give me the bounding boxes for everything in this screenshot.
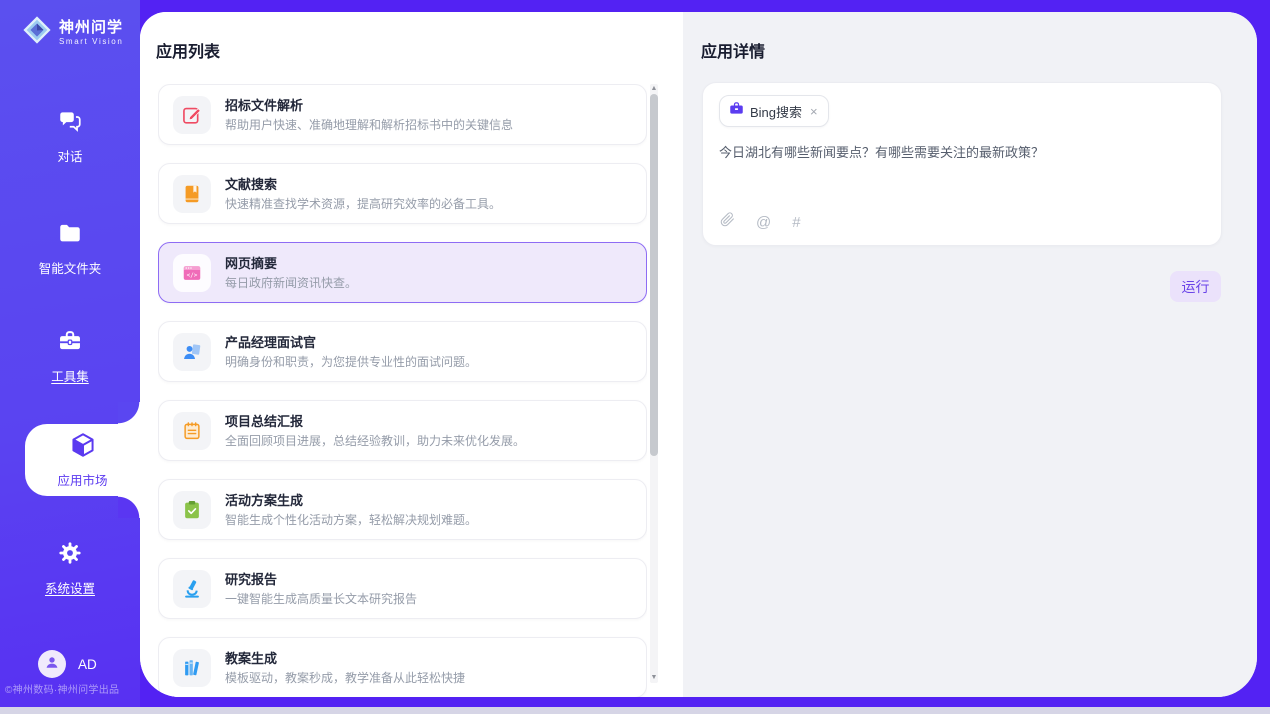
interviewer-icon <box>173 333 211 371</box>
user-name: AD <box>78 657 97 672</box>
cube-icon <box>69 431 97 464</box>
browser-code-icon: </> <box>173 254 211 292</box>
scrollbar[interactable]: ▲ ▼ <box>650 84 658 683</box>
scrollbar-thumb[interactable] <box>650 94 658 456</box>
tool-chip-bing[interactable]: Bing搜索 × <box>719 95 829 127</box>
app-card-title: 教案生成 <box>225 651 465 666</box>
app-card-title: 网页摘要 <box>225 256 357 271</box>
app-card[interactable]: 研究报告一键智能生成高质量长文本研究报告 <box>158 558 647 619</box>
app-card-desc: 模板驱动，教案秒成，教学准备从此轻松快捷 <box>225 671 465 685</box>
app-card-desc: 快速精准查找学术资源，提高研究效率的必备工具。 <box>225 197 501 211</box>
app-card-desc: 帮助用户快速、准确地理解和解析招标书中的关键信息 <box>225 118 513 132</box>
app-detail-title: 应用详情 <box>701 38 765 62</box>
chat-icon <box>57 108 83 139</box>
sidebar-item-label: 对话 <box>57 146 82 165</box>
app-detail-panel: 应用详情 Bing搜索 × 今日湖北有哪些新闻要点？有哪些需要关注的最新政策？ <box>683 12 1257 697</box>
app-list: 招标文件解析帮助用户快速、准确地理解和解析招标书中的关键信息文献搜索快速精准查找… <box>158 84 647 697</box>
app-card-desc: 明确身份和职责，为您提供专业性的面试问题。 <box>225 355 477 369</box>
app-card-desc: 全面回顾项目进展，总结经验教训，助力未来优化发展。 <box>225 434 525 448</box>
brand-diamond-icon <box>22 15 52 50</box>
app-list-title: 应用列表 <box>156 38 220 62</box>
mention-icon[interactable]: @ <box>756 215 771 230</box>
attachment-toolbar: @ # <box>720 212 801 232</box>
tool-chip-label: Bing搜索 <box>750 102 802 121</box>
report-note-icon <box>173 412 211 450</box>
app-card-desc: 智能生成个性化活动方案，轻松解决规划难题。 <box>225 513 477 527</box>
sidebar-item-chat[interactable]: 对话 <box>0 108 140 165</box>
folder-icon <box>57 220 83 251</box>
toolbox-icon <box>57 328 83 359</box>
app-card[interactable]: 活动方案生成智能生成个性化活动方案，轻松解决规划难题。 <box>158 479 647 540</box>
content-area: 应用列表 招标文件解析帮助用户快速、准确地理解和解析招标书中的关键信息文献搜索快… <box>140 12 1257 697</box>
sidebar-item-smart-folder[interactable]: 智能文件夹 <box>0 220 140 277</box>
book-icon <box>173 175 211 213</box>
sidebar-item-label: 工具集 <box>51 366 89 385</box>
scroll-up-icon[interactable]: ▲ <box>650 85 658 93</box>
run-button[interactable]: 运行 <box>1170 271 1221 302</box>
user-row[interactable]: AD <box>38 650 97 678</box>
app-card[interactable]: 项目总结汇报全面回顾项目进展，总结经验教训，助力未来优化发展。 <box>158 400 647 461</box>
scroll-down-icon[interactable]: ▼ <box>650 674 658 682</box>
app-card-desc: 一键智能生成高质量长文本研究报告 <box>225 592 417 606</box>
avatar <box>38 650 66 678</box>
app-card[interactable]: 产品经理面试官明确身份和职责，为您提供专业性的面试问题。 <box>158 321 647 382</box>
paperclip-icon[interactable] <box>720 212 735 232</box>
chip-close-icon[interactable]: × <box>810 105 818 118</box>
clipboard-check-icon <box>173 491 211 529</box>
app-card-title: 招标文件解析 <box>225 98 513 113</box>
app-card-desc: 每日政府新闻资讯快查。 <box>225 276 357 290</box>
user-icon <box>43 653 61 676</box>
app-card[interactable]: </> 网页摘要每日政府新闻资讯快查。 <box>158 242 647 303</box>
sidebar-item-app-market[interactable]: 应用市场 <box>25 424 140 496</box>
sidebar-item-settings[interactable]: 系统设置 <box>0 540 140 597</box>
copyright: ©神州数码·神州问学出品 <box>5 681 119 696</box>
app-card-title: 文献搜索 <box>225 177 501 192</box>
bottom-strip <box>0 707 1270 714</box>
app-card-title: 项目总结汇报 <box>225 414 525 429</box>
app-card[interactable]: 招标文件解析帮助用户快速、准确地理解和解析招标书中的关键信息 <box>158 84 647 145</box>
app-card-title: 产品经理面试官 <box>225 335 477 350</box>
brand-logo: 神州问学 Smart Vision <box>22 15 123 50</box>
books-icon <box>173 649 211 687</box>
gear-icon <box>57 540 83 571</box>
app-card[interactable]: 教案生成模板驱动，教案秒成，教学准备从此轻松快捷 <box>158 637 647 697</box>
sidebar: 神州问学 Smart Vision 对话智能文件夹工具集应用市场系统设置 AD … <box>0 0 140 708</box>
prompt-card: Bing搜索 × 今日湖北有哪些新闻要点？有哪些需要关注的最新政策？ @ # <box>702 82 1222 246</box>
app-list-panel: 应用列表 招标文件解析帮助用户快速、准确地理解和解析招标书中的关键信息文献搜索快… <box>140 12 683 697</box>
svg-text:</>: </> <box>187 271 198 278</box>
brand-name: 神州问学 <box>59 19 123 36</box>
microscope-icon <box>173 570 211 608</box>
sidebar-item-label: 系统设置 <box>45 578 95 597</box>
sidebar-item-label: 应用市场 <box>57 470 107 489</box>
sidebar-item-label: 智能文件夹 <box>39 258 102 277</box>
app-card[interactable]: 文献搜索快速精准查找学术资源，提高研究效率的必备工具。 <box>158 163 647 224</box>
sidebar-item-toolset[interactable]: 工具集 <box>0 328 140 385</box>
edit-square-icon <box>173 96 211 134</box>
hashtag-icon[interactable]: # <box>792 215 800 230</box>
brand-subtitle: Smart Vision <box>59 37 123 46</box>
app-card-title: 研究报告 <box>225 572 417 587</box>
briefcase-icon <box>729 101 744 121</box>
app-card-title: 活动方案生成 <box>225 493 477 508</box>
query-text[interactable]: 今日湖北有哪些新闻要点？有哪些需要关注的最新政策？ <box>719 144 1205 162</box>
